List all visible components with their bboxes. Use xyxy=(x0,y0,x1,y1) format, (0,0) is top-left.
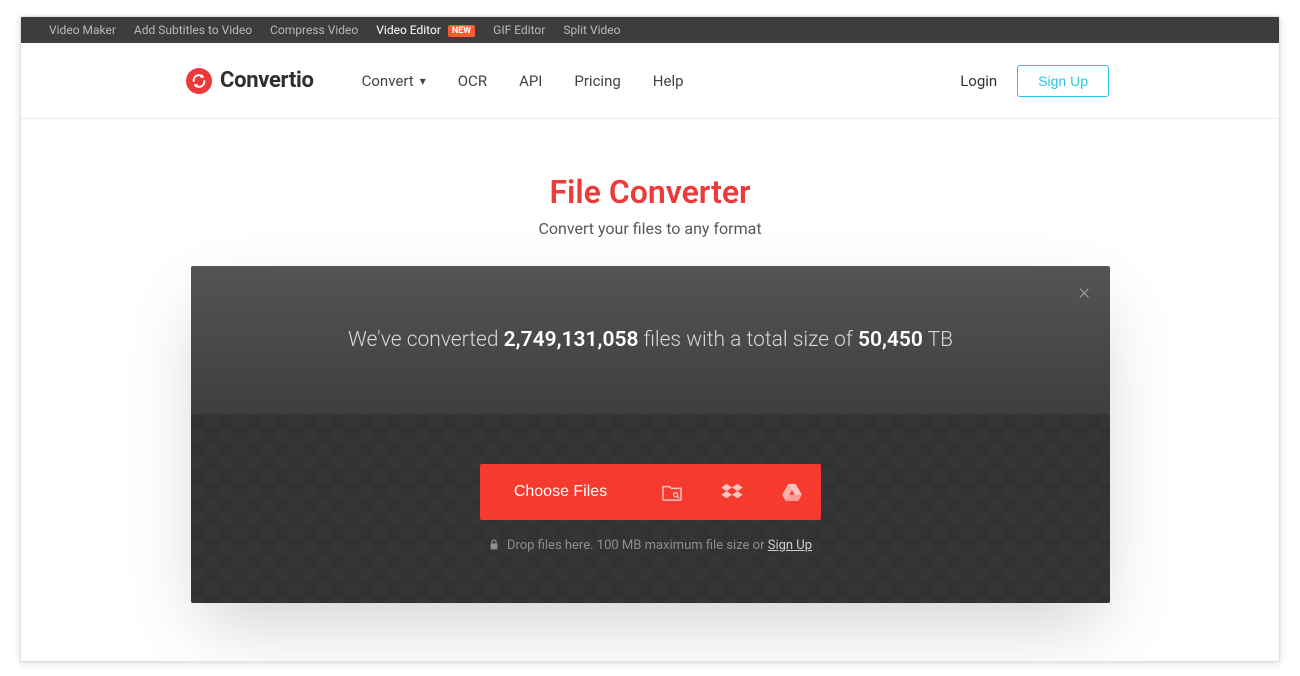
stats-size-unit: TB xyxy=(923,328,953,352)
topbar-link-video-maker[interactable]: Video Maker xyxy=(49,23,116,37)
choose-files-row: Choose Files xyxy=(480,464,821,520)
from-google-drive-button[interactable] xyxy=(761,464,821,520)
nav-convert[interactable]: Convert ▾ xyxy=(362,72,426,90)
stats-total-size: 50,450 xyxy=(858,328,923,352)
nav-pricing[interactable]: Pricing xyxy=(574,72,620,90)
brand-name: Convertio xyxy=(220,68,314,93)
nav-help[interactable]: Help xyxy=(653,72,684,90)
signup-link[interactable]: Sign Up xyxy=(768,538,812,553)
signup-button[interactable]: Sign Up xyxy=(1017,65,1109,97)
nav-ocr[interactable]: OCR xyxy=(458,72,487,90)
dropbox-icon xyxy=(721,483,743,501)
drop-hint-prefix: Drop files here. 100 MB maximum file siz… xyxy=(507,538,768,553)
folder-search-icon xyxy=(661,483,683,501)
main-header: Convertio Convert ▾ OCR API Pricing Help… xyxy=(21,43,1279,119)
stats-mid: files with a total size of xyxy=(638,328,858,352)
hero: File Converter Convert your files to any… xyxy=(21,173,1279,238)
topbar-link-gif-editor[interactable]: GIF Editor xyxy=(493,23,545,37)
topbar-link-add-subtitles[interactable]: Add Subtitles to Video xyxy=(134,23,252,37)
page-subtitle: Convert your files to any format xyxy=(21,219,1279,238)
topbar-link-split-video[interactable]: Split Video xyxy=(563,23,620,37)
top-utility-bar: Video Maker Add Subtitles to Video Compr… xyxy=(21,17,1279,43)
new-badge: NEW xyxy=(448,25,475,37)
nav-api[interactable]: API xyxy=(519,72,542,90)
drop-hint-text: Drop files here. 100 MB maximum file siz… xyxy=(507,538,812,553)
page-title: File Converter xyxy=(21,173,1279,211)
brand-logo[interactable]: Convertio xyxy=(186,68,314,94)
lock-icon xyxy=(489,539,499,553)
drop-zone[interactable]: Choose Files xyxy=(191,414,1110,603)
convertio-logo-icon xyxy=(186,68,212,94)
topbar-link-video-editor[interactable]: Video Editor NEW xyxy=(376,23,475,37)
stats-prefix: We've converted xyxy=(348,328,504,352)
topbar-link-compress-video[interactable]: Compress Video xyxy=(270,23,358,37)
stats-files-count: 2,749,131,058 xyxy=(504,328,639,352)
drop-hint: Drop files here. 100 MB maximum file siz… xyxy=(489,538,812,553)
stats-banner: × We've converted 2,749,131,058 files wi… xyxy=(191,266,1110,414)
google-drive-icon xyxy=(781,483,803,501)
login-link[interactable]: Login xyxy=(960,72,997,90)
choose-files-button[interactable]: Choose Files xyxy=(480,464,641,520)
header-auth: Login Sign Up xyxy=(960,65,1109,97)
stats-text: We've converted 2,749,131,058 files with… xyxy=(348,328,953,352)
from-dropbox-button[interactable] xyxy=(701,464,761,520)
from-device-button[interactable] xyxy=(641,464,701,520)
nav-convert-label: Convert xyxy=(362,72,414,90)
topbar-link-label: Video Editor xyxy=(376,23,441,37)
upload-panel: × We've converted 2,749,131,058 files wi… xyxy=(191,266,1110,603)
chevron-down-icon: ▾ xyxy=(420,74,426,88)
close-icon[interactable]: × xyxy=(1078,282,1090,304)
main-nav: Convert ▾ OCR API Pricing Help xyxy=(362,72,684,90)
